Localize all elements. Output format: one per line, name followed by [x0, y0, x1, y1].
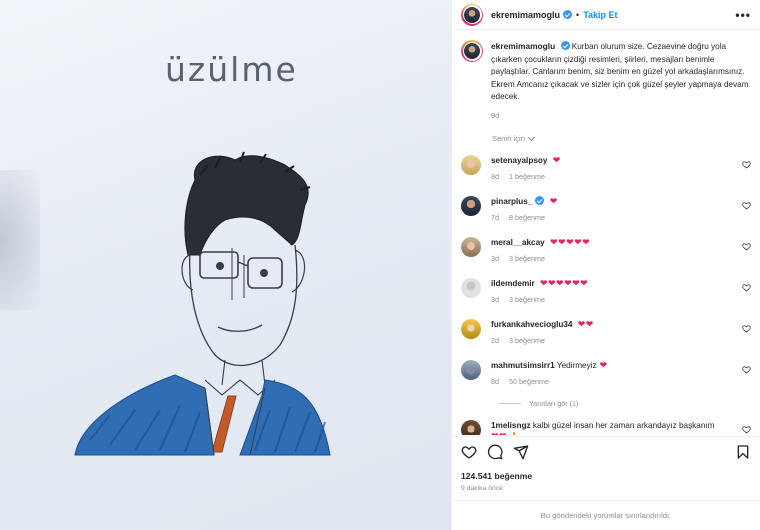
comment-username[interactable]: 1melisngz	[491, 421, 531, 430]
comment-body: ildemdemir ❤❤❤❤❤❤ 3d 3 beğenme	[491, 278, 751, 307]
translate-label: Senin için	[492, 134, 525, 143]
caption-age: 9d	[491, 110, 500, 120]
verified-icon	[560, 41, 570, 50]
comment-body: mahmutsimsirr1 Yedirmeyiz ❤ 8d 50 beğenme	[491, 360, 751, 389]
list-item: ildemdemir ❤❤❤❤❤❤ 3d 3 beğenme	[461, 278, 751, 307]
post-header: ekremimamoglu • Takip Et •••	[452, 0, 760, 30]
comment-meta: 7d 8 beğenme	[491, 212, 733, 223]
comment-hearts: ❤❤❤❤❤❤	[539, 278, 589, 288]
comment-likes[interactable]: 8 beğenme	[509, 212, 545, 223]
comment-hearts: ❤	[599, 360, 608, 370]
comment-age: 3d	[491, 295, 499, 304]
comment-icon[interactable]	[487, 444, 503, 460]
post-caption: ekremimamoglu Kurban olurum size. Cezaev…	[461, 40, 751, 122]
list-item: furkankahvecioglu34 ❤❤ 2d 3 beğenme	[461, 319, 751, 348]
comment-hearts: ❤	[552, 155, 561, 165]
heart-icon[interactable]	[742, 201, 751, 210]
comment-meta: 8d 50 beğenme	[491, 376, 733, 387]
comment-meta: 3d 3 beğenme	[491, 253, 733, 264]
comment-body: 1melisngz kalbi güzel insan her zaman ar…	[491, 420, 751, 435]
avatar[interactable]	[461, 360, 481, 380]
list-item: meral__akcay ❤❤❤❤❤ 3d 3 beğenme	[461, 237, 751, 266]
comment-meta: 2d 3 beğenme	[491, 335, 733, 346]
verified-icon	[535, 196, 545, 205]
header-separator: •	[576, 9, 580, 20]
comment-hearts: ❤❤	[491, 431, 507, 435]
post-side-panel: ekremimamoglu • Takip Et ••• ekremimamog…	[451, 0, 760, 530]
avatar[interactable]	[461, 155, 481, 175]
view-replies-button[interactable]: Yanıtları gör (1)	[499, 399, 751, 408]
comment-age: 8d	[491, 377, 499, 386]
avatar[interactable]	[461, 237, 481, 257]
comment-likes[interactable]: 3 beğenme	[509, 335, 545, 346]
heart-icon[interactable]	[742, 425, 751, 434]
child-drawing-portrait	[74, 151, 331, 456]
heart-icon[interactable]	[742, 160, 751, 169]
comment-likes[interactable]: 3 beğenme	[509, 253, 545, 264]
comment-hearts: ❤❤	[577, 319, 594, 329]
heart-icon[interactable]	[742, 242, 751, 251]
caption-username[interactable]: ekremimamoglu	[491, 41, 555, 51]
chevron-down-icon	[527, 133, 535, 141]
post-actions: 124.541 beğenme 9 dakika önce	[452, 436, 760, 500]
avatar[interactable]	[461, 420, 481, 435]
header-username[interactable]: ekremimamoglu	[491, 10, 560, 20]
avatar[interactable]	[461, 3, 483, 26]
comment-username[interactable]: mahmutsimsirr1	[491, 361, 555, 370]
avatar[interactable]	[461, 319, 481, 339]
comment-age: 3d	[491, 254, 499, 263]
comment-list: setenayalpsoy ❤ 8d 1 beğenme pinarplus_ ❤ 7d…	[461, 155, 751, 389]
avatar[interactable]	[461, 40, 483, 62]
heart-icon[interactable]	[461, 444, 477, 460]
list-item: 1melisngz kalbi güzel insan her zaman ar…	[461, 420, 751, 435]
comment-age: 7d	[491, 213, 499, 222]
comment-body: setenayalpsoy ❤ 8d 1 beğenme	[491, 155, 751, 184]
comment-age: 8d	[491, 172, 499, 181]
comment-likes[interactable]: 50 beğenme	[509, 376, 549, 387]
translate-toggle[interactable]: Senin için	[492, 133, 751, 143]
comment-username[interactable]: pinarplus_	[491, 197, 532, 206]
replies-label: Yanıtları gör (1)	[529, 399, 579, 408]
share-icon[interactable]	[513, 444, 529, 460]
replies-divider	[499, 403, 521, 404]
follow-button[interactable]: Takip Et	[583, 10, 617, 20]
caption-body: ekremimamoglu Kurban olurum size. Cezaev…	[491, 40, 751, 122]
comments-limited-note: Bu gönderideki yorumlar sınırlandırıldı.	[452, 500, 760, 530]
instagram-post-modal: üzülme ekremimamoglu • Takip Et ••• ekre…	[0, 0, 760, 530]
list-item: mahmutsimsirr1 Yedirmeyiz ❤ 8d 50 beğenme	[461, 360, 751, 389]
heart-icon[interactable]	[742, 283, 751, 292]
posted-time: 9 dakika önce	[461, 485, 503, 492]
heart-icon[interactable]	[742, 365, 751, 374]
comment-username[interactable]: furkankahvecioglu34	[491, 320, 572, 329]
comment-meta: 8d 1 beğenme	[491, 171, 733, 182]
heart-icon[interactable]	[742, 324, 751, 333]
list-item: setenayalpsoy ❤ 8d 1 beğenme	[461, 155, 751, 184]
comment-hearts: ❤❤❤❤❤	[550, 237, 591, 247]
likes-count[interactable]: 124.541 beğenme	[461, 471, 751, 481]
comment-text: Yedirmeyiz	[556, 361, 597, 370]
comment-body: meral__akcay ❤❤❤❤❤ 3d 3 beğenme	[491, 237, 751, 266]
comment-likes[interactable]: 1 beğenme	[509, 171, 545, 182]
avatar[interactable]	[461, 196, 481, 216]
list-item: pinarplus_ ❤ 7d 8 beğenme	[461, 196, 751, 225]
action-icons	[461, 444, 751, 460]
comment-meta: 3d 3 beğenme	[491, 294, 733, 305]
comment-username[interactable]: ildemdemir	[491, 279, 535, 288]
comment-hearts: ❤	[549, 196, 558, 206]
comment-username[interactable]: setenayalpsoy	[491, 156, 547, 165]
comment-likes[interactable]: 3 beğenme	[509, 294, 545, 305]
bookmark-icon[interactable]	[735, 444, 751, 460]
comment-text: kalbi güzel insan her zaman arkandayız b…	[532, 421, 715, 430]
comment-username[interactable]: meral__akcay	[491, 238, 545, 247]
comment-body: furkankahvecioglu34 ❤❤ 2d 3 beğenme	[491, 319, 751, 348]
verified-icon	[563, 10, 573, 19]
comment-body: pinarplus_ ❤ 7d 8 beğenme	[491, 196, 751, 225]
comments-scroll-area[interactable]: ekremimamoglu Kurban olurum size. Cezaev…	[452, 31, 760, 435]
post-image[interactable]: üzülme	[0, 0, 451, 530]
more-icon[interactable]: •••	[735, 8, 751, 22]
comment-age: 2d	[491, 336, 499, 345]
avatar[interactable]	[461, 278, 481, 298]
comment-emoji: 🙏	[509, 432, 519, 435]
